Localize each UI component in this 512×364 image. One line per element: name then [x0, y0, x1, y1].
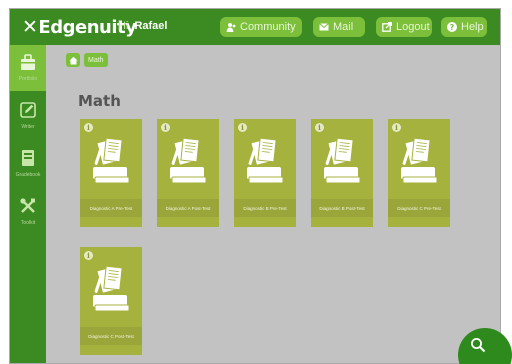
sidebar-item-label: Writer — [21, 124, 35, 130]
sidebar-item-gradebook[interactable]: Gradebook — [10, 141, 46, 187]
user-greeting: Hi Rafael — [118, 20, 167, 32]
page-title: Math — [78, 92, 121, 110]
book-icon — [247, 137, 284, 184]
breadcrumb: Math — [66, 53, 108, 67]
sidebar-item-writer[interactable]: Writer — [10, 93, 46, 139]
logo-mark: ✕ — [22, 16, 38, 38]
info-icon[interactable]: i — [161, 123, 170, 132]
info-icon[interactable]: i — [392, 123, 401, 132]
info-icon[interactable]: i — [84, 123, 93, 132]
sidebar-item-toolkit[interactable]: Toolkit — [10, 189, 46, 235]
community-icon — [226, 22, 236, 32]
portfolio-icon — [17, 51, 39, 73]
help-label: Help — [461, 21, 484, 33]
sidebar-item-label: Toolkit — [20, 220, 36, 226]
community-label: Community — [240, 21, 296, 33]
card-title: Diagnostic C Pre-Test — [388, 199, 450, 217]
logout-label: Logout — [396, 21, 430, 33]
user-name: Rafael — [134, 20, 168, 32]
info-icon[interactable]: i — [315, 123, 324, 132]
writer-icon — [17, 99, 39, 121]
assessment-card[interactable]: i Diagnostic A Post-Test — [157, 119, 219, 227]
sidebar-item-portfolio[interactable]: Portfolio — [10, 45, 46, 91]
card-title: Diagnostic C Post-Test — [80, 327, 142, 345]
sidebar: Portfolio Writer Gradebook Toolkit — [10, 45, 46, 363]
sidebar-item-label: Portfolio — [18, 76, 38, 82]
book-icon — [324, 137, 361, 184]
top-bar: ✕ Edgenuity Hi Rafael Community Mail Log… — [10, 9, 500, 45]
breadcrumb-item-math[interactable]: Math — [84, 53, 108, 67]
assessment-card[interactable]: i Diagnostic A Pre-Test — [80, 119, 142, 227]
info-icon[interactable]: i — [84, 251, 93, 260]
toolkit-icon — [17, 195, 39, 217]
book-icon — [401, 137, 438, 184]
card-title: Diagnostic A Post-Test — [157, 199, 219, 217]
book-icon — [170, 137, 207, 184]
logout-button[interactable]: Logout — [376, 17, 432, 37]
help-icon: ? — [447, 22, 457, 32]
mail-label: Mail — [333, 21, 354, 33]
assessment-card[interactable]: i Diagnostic C Post-Test — [80, 247, 142, 355]
book-icon — [93, 137, 130, 184]
mail-button[interactable]: Mail — [313, 17, 365, 37]
svg-text:?: ? — [450, 23, 455, 32]
gradebook-icon — [17, 147, 39, 169]
help-button[interactable]: ? Help — [441, 17, 487, 37]
assessment-card[interactable]: i Diagnostic B Pre-Test — [234, 119, 296, 227]
book-icon — [93, 265, 130, 312]
community-button[interactable]: Community — [220, 17, 302, 37]
sidebar-item-label: Gradebook — [15, 172, 41, 178]
assessment-card[interactable]: i Diagnostic C Pre-Test — [388, 119, 450, 227]
assessment-card[interactable]: i Diagnostic B Post-Test — [311, 119, 373, 227]
info-icon[interactable]: i — [238, 123, 247, 132]
search-icon — [470, 337, 486, 358]
app-window: ✕ Edgenuity Hi Rafael Community Mail Log… — [9, 8, 501, 364]
card-title: Diagnostic A Pre-Test — [80, 199, 142, 217]
home-icon[interactable] — [66, 53, 80, 67]
card-title: Diagnostic B Pre-Test — [234, 199, 296, 217]
mail-icon — [319, 23, 329, 31]
card-title: Diagnostic B Post-Test — [311, 199, 373, 217]
logout-icon — [382, 22, 392, 32]
greeting-hi: Hi — [118, 20, 129, 32]
